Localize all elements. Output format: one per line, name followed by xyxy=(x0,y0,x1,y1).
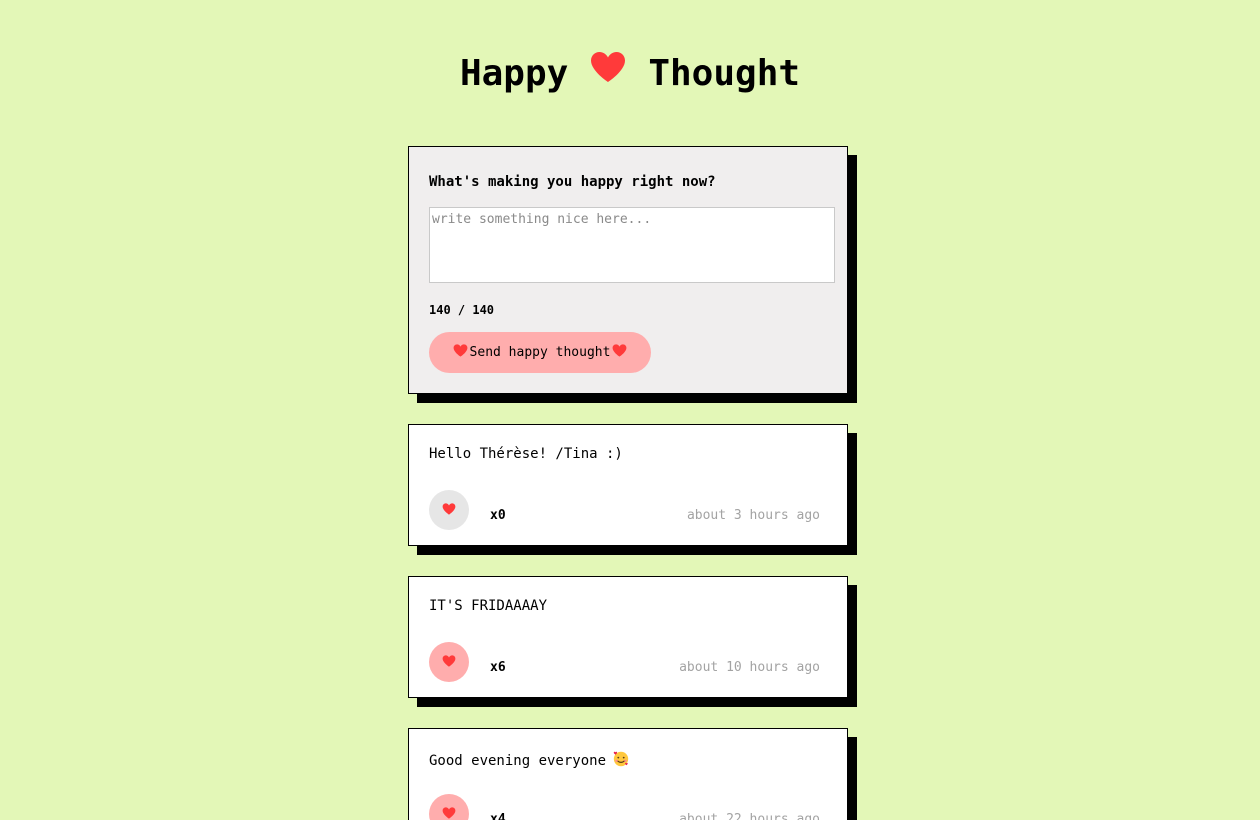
like-button[interactable] xyxy=(429,642,469,682)
heart-icon xyxy=(590,50,626,94)
thought-message-text: Good evening everyone xyxy=(429,753,607,769)
like-count: x4 xyxy=(490,812,506,820)
happy-thoughts-page: Happy Thought What's making you happy rig… xyxy=(0,0,1260,820)
character-counter: 140 / 140 xyxy=(429,303,495,317)
smiling-face-with-hearts-icon xyxy=(612,750,630,772)
app-title: Happy Thought xyxy=(0,52,1260,97)
new-thought-form: What's making you happy right now? 140 /… xyxy=(408,146,848,394)
like-count: x0 xyxy=(490,508,506,523)
thought-input[interactable] xyxy=(429,207,835,283)
heart-icon xyxy=(442,502,456,518)
thought-card: Good evening everyone x4 about 22 hours … xyxy=(408,728,848,820)
heart-icon xyxy=(442,654,456,670)
thought-card: IT'S FRIDAAAAY x6 about 10 hours ago xyxy=(408,576,848,698)
heart-icon xyxy=(612,344,627,361)
thought-message: Hello Thérèse! /Tina :) xyxy=(429,446,623,462)
like-button[interactable] xyxy=(429,490,469,530)
thought-message: IT'S FRIDAAAAY xyxy=(429,598,548,614)
title-left: Happy xyxy=(459,53,569,94)
like-count: x6 xyxy=(490,660,506,675)
thought-timestamp: about 10 hours ago xyxy=(679,660,820,675)
send-thought-button[interactable]: Send happy thought xyxy=(429,332,651,373)
like-button[interactable] xyxy=(429,794,469,820)
heart-icon xyxy=(442,806,456,820)
send-button-label: Send happy thought xyxy=(469,345,611,360)
thought-timestamp: about 22 hours ago xyxy=(679,812,820,820)
heart-icon xyxy=(453,344,468,361)
title-right: Thought xyxy=(648,53,801,94)
thought-timestamp: about 3 hours ago xyxy=(686,508,820,523)
thought-message: Good evening everyone xyxy=(429,750,630,772)
thought-card: Hello Thérèse! /Tina :) x0 about 3 hours… xyxy=(408,424,848,546)
form-label: What's making you happy right now? xyxy=(429,174,716,190)
